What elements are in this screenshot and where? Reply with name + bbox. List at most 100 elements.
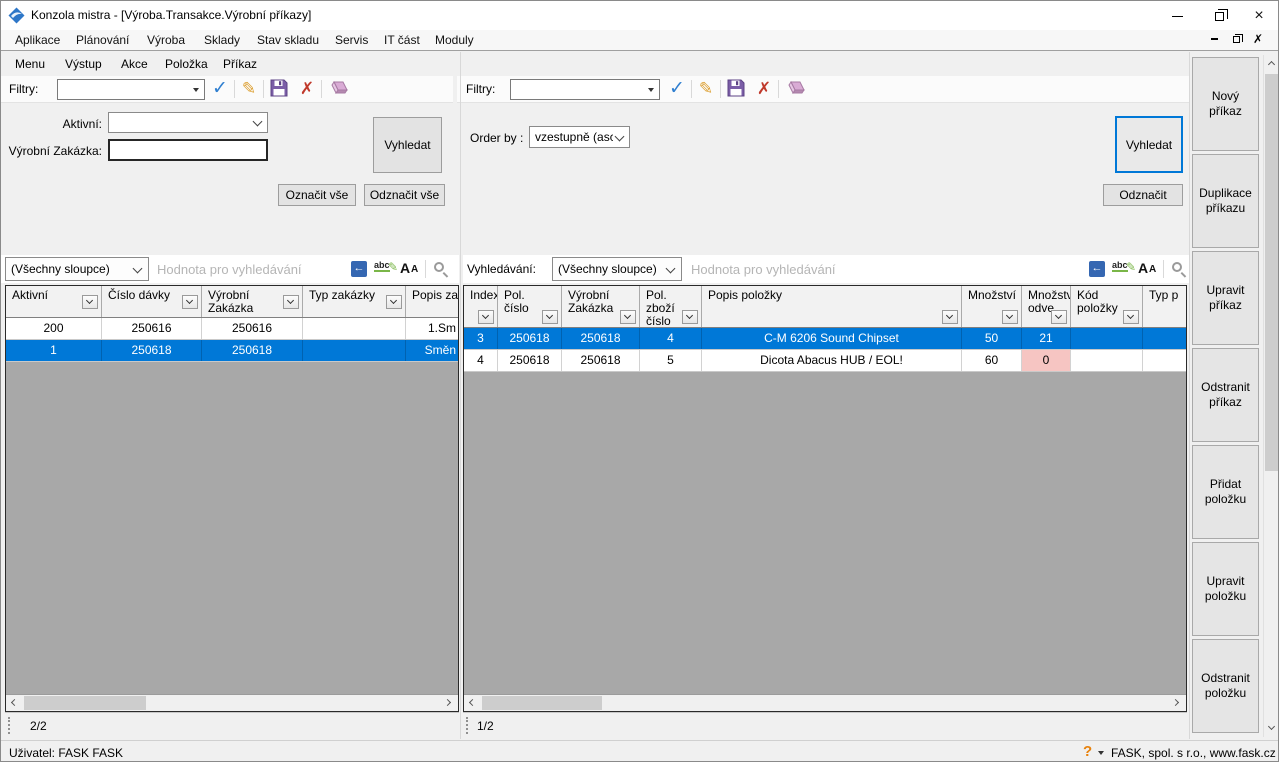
save-filter-icon[interactable] xyxy=(725,78,747,100)
menu-servis[interactable]: Servis xyxy=(335,33,368,47)
order-by-combobox[interactable]: vzestupně (asc) xyxy=(529,126,630,148)
column-filter-button[interactable] xyxy=(1123,310,1139,324)
column-header[interactable]: Výrobní Zakázka xyxy=(562,286,640,327)
menu-aplikace[interactable]: Aplikace xyxy=(15,33,60,47)
help-dropdown-arrow-icon[interactable] xyxy=(1098,751,1104,755)
help-icon[interactable]: ? xyxy=(1083,743,1092,760)
window-restore-button[interactable] xyxy=(1202,1,1236,30)
column-filter-button[interactable] xyxy=(478,310,494,324)
search-icon[interactable] xyxy=(1172,262,1182,272)
scroll-left-button[interactable] xyxy=(6,695,23,711)
highlight-matches-icon[interactable]: abc ✎ xyxy=(1112,260,1134,278)
search-columns-combobox[interactable]: (Všechny sloupce) xyxy=(552,257,682,281)
filter-combobox[interactable] xyxy=(57,79,205,100)
column-header[interactable]: Pol. zboží číslo xyxy=(640,286,702,327)
odznacit-vse-button[interactable]: Odznačit vše xyxy=(364,184,445,206)
table-row[interactable]: 4 250618 250618 5 Dicota Abacus HUB / EO… xyxy=(464,350,1186,372)
filter-combobox[interactable] xyxy=(510,79,660,100)
scroll-left-button[interactable] xyxy=(464,695,481,711)
save-filter-icon[interactable] xyxy=(268,78,290,100)
undo-search-icon[interactable]: ← xyxy=(351,261,367,277)
column-header[interactable]: Popis položky xyxy=(702,286,962,327)
table-row-selected[interactable]: 3 250618 250618 4 C-M 6206 Sound Chipset… xyxy=(464,328,1186,350)
column-header[interactable]: Typ p xyxy=(1143,286,1187,327)
menu-menu[interactable]: Menu xyxy=(15,57,45,71)
scrollbar-thumb[interactable] xyxy=(1265,74,1279,471)
highlight-matches-icon[interactable]: abc ✎ xyxy=(374,260,396,278)
scroll-down-button[interactable] xyxy=(1264,720,1279,737)
column-filter-button[interactable] xyxy=(620,310,636,324)
column-header[interactable]: Výrobní Zakázka xyxy=(202,286,303,317)
menu-stav-skladu[interactable]: Stav skladu xyxy=(257,33,319,47)
horizontal-scrollbar[interactable] xyxy=(6,694,458,711)
menu-polozka[interactable]: Položka xyxy=(165,57,208,71)
menu-it-cast[interactable]: IT část xyxy=(384,33,420,47)
edit-filter-icon[interactable]: ✎ xyxy=(695,78,717,100)
window-close-button[interactable]: × xyxy=(1242,1,1276,30)
menu-planovani[interactable]: Plánování xyxy=(76,33,129,47)
delete-filter-icon[interactable]: ✗ xyxy=(753,78,775,100)
scroll-right-button[interactable] xyxy=(1169,695,1186,711)
column-filter-button[interactable] xyxy=(942,310,958,324)
column-header[interactable]: Popis zak xyxy=(406,286,459,317)
column-filter-button[interactable] xyxy=(82,295,98,309)
edit-filter-icon[interactable]: ✎ xyxy=(238,78,260,100)
column-filter-button[interactable] xyxy=(386,295,402,309)
table-row-selected[interactable]: 1 250618 250618 Směn xyxy=(6,340,458,362)
match-case-icon[interactable]: A A xyxy=(1138,260,1160,278)
duplikace-prikazu-button[interactable]: Duplikace příkazu xyxy=(1192,154,1259,248)
mdi-minimize-button[interactable] xyxy=(1206,32,1222,48)
upravit-prikaz-button[interactable]: Upravit příkaz xyxy=(1192,251,1259,345)
window-minimize-button[interactable] xyxy=(1160,1,1194,30)
column-filter-button[interactable] xyxy=(1002,310,1018,324)
search-columns-combobox[interactable]: (Všechny sloupce) xyxy=(5,257,149,281)
match-case-icon[interactable]: A A xyxy=(400,260,422,278)
scrollbar-thumb[interactable] xyxy=(24,696,146,710)
search-input[interactable] xyxy=(157,258,345,280)
clear-filter-icon[interactable] xyxy=(784,78,806,100)
column-header[interactable]: Pol. číslo xyxy=(498,286,562,327)
column-header[interactable]: Číslo dávky xyxy=(102,286,202,317)
delete-filter-icon[interactable]: ✗ xyxy=(296,78,318,100)
vyhledat-button-right[interactable]: Vyhledat xyxy=(1115,116,1183,173)
apply-filter-icon[interactable]: ✓ xyxy=(666,78,688,100)
vyhledat-button-left[interactable]: Vyhledat xyxy=(373,117,442,173)
scroll-up-button[interactable] xyxy=(1264,55,1279,72)
odznacit-button-right[interactable]: Odznačit xyxy=(1103,184,1183,206)
column-header[interactable]: Kód položky xyxy=(1071,286,1143,327)
column-filter-button[interactable] xyxy=(283,295,299,309)
menu-prikaz[interactable]: Příkaz xyxy=(223,57,257,71)
apply-filter-icon[interactable]: ✓ xyxy=(209,78,231,100)
status-company-link[interactable]: FASK, spol. s r.o., www.fask.cz xyxy=(1111,746,1276,760)
column-filter-button[interactable] xyxy=(542,310,558,324)
column-filter-button[interactable] xyxy=(1051,310,1067,324)
scrollbar-thumb[interactable] xyxy=(482,696,602,710)
menu-moduly[interactable]: Moduly xyxy=(435,33,474,47)
horizontal-scrollbar[interactable] xyxy=(464,694,1186,711)
upravit-polozku-button[interactable]: Upravit položku xyxy=(1192,542,1259,636)
menu-sklady[interactable]: Sklady xyxy=(204,33,240,47)
aktivni-combobox[interactable] xyxy=(108,112,268,133)
column-header[interactable]: Index xyxy=(464,286,498,327)
column-filter-button[interactable] xyxy=(682,310,698,324)
menu-akce[interactable]: Akce xyxy=(121,57,148,71)
vyrobni-zakazka-input[interactable] xyxy=(108,139,268,161)
menu-vystup[interactable]: Výstup xyxy=(65,57,102,71)
search-input[interactable] xyxy=(691,258,1081,280)
odstranit-prikaz-button[interactable]: Odstranit příkaz xyxy=(1192,348,1259,442)
column-header[interactable]: Typ zakázky xyxy=(303,286,406,317)
oznacit-vse-button[interactable]: Označit vše xyxy=(278,184,356,206)
table-row[interactable]: 200 250616 250616 1.Sm xyxy=(6,318,458,340)
novy-prikaz-button[interactable]: Nový příkaz xyxy=(1192,57,1259,151)
search-icon[interactable] xyxy=(434,262,444,272)
mdi-close-button[interactable]: ✗ xyxy=(1250,32,1266,48)
scroll-right-button[interactable] xyxy=(441,695,458,711)
undo-search-icon[interactable]: ← xyxy=(1089,261,1105,277)
menu-vyroba[interactable]: Výroba xyxy=(147,33,185,47)
vertical-scrollbar[interactable] xyxy=(1263,55,1279,737)
column-filter-button[interactable] xyxy=(182,295,198,309)
pridat-polozku-button[interactable]: Přidat položku xyxy=(1192,445,1259,539)
column-header[interactable]: Aktivní xyxy=(6,286,102,317)
column-header[interactable]: Množství xyxy=(962,286,1022,327)
column-header[interactable]: Množstv odve xyxy=(1022,286,1071,327)
